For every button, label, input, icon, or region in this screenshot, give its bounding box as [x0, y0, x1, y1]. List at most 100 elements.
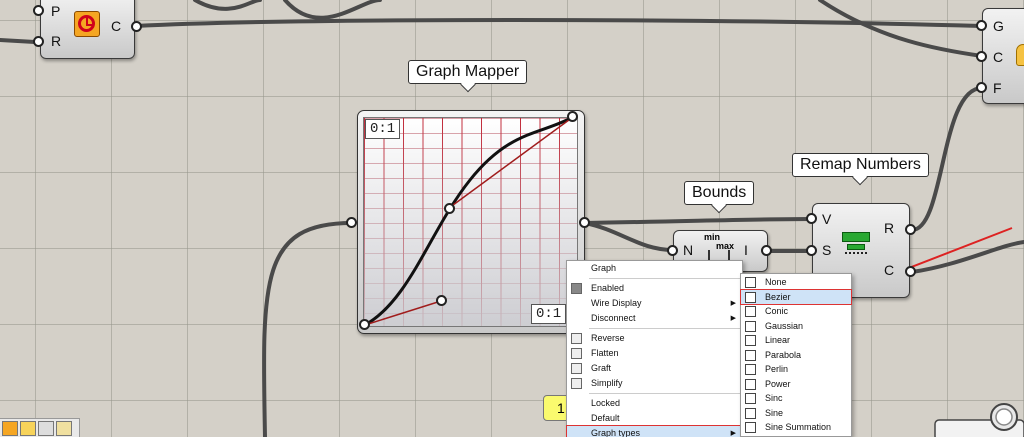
menu-item-wire-display[interactable]: Wire Display ▶ — [567, 296, 742, 311]
pattern-icon[interactable] — [20, 421, 36, 436]
graph-type-none[interactable]: None — [741, 275, 851, 290]
graph-type-power[interactable]: Power — [741, 377, 851, 392]
curve-control-2[interactable] — [444, 203, 455, 214]
remap-output-c-label: C — [884, 262, 895, 278]
sine-graph-icon — [745, 407, 756, 419]
graph-input-port[interactable] — [346, 217, 357, 228]
graph-type-perlin[interactable]: Perlin — [741, 362, 851, 377]
clock-input-r-label: R — [51, 33, 62, 49]
remap-output-c-port[interactable] — [905, 266, 916, 277]
curve-handle-start[interactable] — [359, 319, 370, 330]
bounds-title: Bounds — [684, 181, 755, 205]
context-menu: Graph Enabled Wire Display ▶ Disconnect ▶ … — [566, 260, 743, 437]
submenu-arrow-icon: ▶ — [730, 430, 736, 437]
bounds-output-port[interactable] — [761, 245, 772, 256]
remap-output-r-port[interactable] — [905, 224, 916, 235]
menu-item-graph[interactable]: Graph — [567, 261, 742, 276]
submenu-arrow-icon: ▶ — [730, 315, 736, 322]
input-port-g[interactable] — [976, 20, 987, 31]
graph-type-bezier[interactable]: Bezier — [740, 288, 852, 305]
graph-type-parabola[interactable]: Parabola — [741, 348, 851, 363]
remap-input-v-label: V — [822, 211, 832, 227]
pen-icon[interactable] — [56, 421, 72, 436]
graph-types-submenu: None Bezier Conic Gaussian Linear Parabo… — [740, 273, 852, 437]
menu-item-simplify[interactable]: Simplify — [567, 376, 742, 391]
graph-type-sinc[interactable]: Sinc — [741, 391, 851, 406]
number-panel-value: 1 — [557, 400, 565, 416]
graph-type-linear[interactable]: Linear — [741, 333, 851, 348]
perlin-graph-icon — [745, 364, 756, 375]
menu-separator — [589, 328, 742, 329]
remap-input-s-label: S — [822, 242, 832, 258]
menu-separator — [589, 393, 742, 394]
curve-control-1[interactable] — [436, 295, 447, 306]
linear-graph-icon — [745, 335, 756, 346]
remap-input-s-port[interactable] — [806, 245, 817, 256]
bottom-toolbar — [0, 418, 80, 437]
sinc-graph-icon — [745, 393, 756, 404]
conic-graph-icon — [745, 306, 756, 317]
remap-title: Remap Numbers — [792, 153, 929, 177]
simplify-icon — [571, 378, 582, 389]
power-graph-icon — [745, 378, 756, 390]
input-port-r[interactable] — [33, 36, 44, 47]
bounds-icon-max: max — [716, 241, 735, 251]
graph-type-sine[interactable]: Sine — [741, 406, 851, 421]
parabola-graph-icon — [745, 349, 756, 361]
wire-remap-out-C — [910, 240, 1024, 274]
graph-area[interactable] — [363, 117, 578, 327]
menu-item-flatten[interactable]: Flatten — [567, 346, 742, 361]
input-port-c[interactable] — [976, 51, 987, 62]
output-port-c[interactable] — [131, 21, 142, 32]
graft-icon — [571, 363, 582, 374]
remap-output-r-label: R — [884, 220, 895, 236]
enabled-icon — [571, 283, 582, 294]
graph-type-sine-summation[interactable]: Sine Summation — [741, 420, 851, 435]
flatten-icon — [571, 348, 582, 359]
graph-bottom-label: 0:1 — [531, 304, 567, 324]
right-input-f-label: F — [993, 80, 1002, 96]
input-port-p[interactable] — [33, 5, 44, 16]
menu-item-disconnect[interactable]: Disconnect ▶ — [567, 311, 742, 326]
bezier-graph-icon — [745, 291, 756, 303]
clock-icon — [74, 11, 100, 37]
download-icon[interactable] — [38, 421, 54, 436]
menu-item-default[interactable]: Default — [567, 411, 742, 426]
wire-top-curve-3 — [818, 0, 984, 58]
curve-handle-end[interactable] — [567, 111, 578, 122]
bounds-output-label: I — [744, 242, 748, 258]
wire-top-curve-1 — [193, 0, 262, 11]
wire-top-curve-2 — [283, 0, 382, 20]
graph-top-label: 0:1 — [365, 119, 401, 139]
submenu-arrow-icon: ▶ — [730, 300, 736, 307]
sine-summation-graph-icon — [745, 422, 756, 433]
graph-output-port[interactable] — [579, 217, 590, 228]
remap-input-v-port[interactable] — [806, 213, 817, 224]
fire-icon[interactable] — [2, 421, 18, 436]
bottom-right-widget — [934, 403, 1024, 437]
clock-input-p-label: P — [51, 3, 61, 19]
menu-item-graft[interactable]: Graft — [567, 361, 742, 376]
clock-output-c-label: C — [111, 18, 122, 34]
graph-type-conic[interactable]: Conic — [741, 304, 851, 319]
menu-separator — [589, 278, 742, 279]
none-graph-icon — [745, 277, 756, 288]
wire-mapper-to-V — [583, 217, 814, 225]
menu-item-locked[interactable]: Locked — [567, 396, 742, 411]
wire-mapper-to-bounds — [583, 221, 675, 252]
right-input-g-label: G — [993, 18, 1004, 34]
reverse-icon — [571, 333, 582, 344]
bounds-input-port[interactable] — [667, 245, 678, 256]
right-input-c-label: C — [993, 49, 1004, 65]
wire-top-left — [0, 38, 37, 44]
wire-left-down — [262, 221, 354, 437]
remap-icon — [842, 232, 872, 258]
menu-item-graph-types[interactable]: Graph types ▶ — [566, 425, 743, 437]
person-icon — [1016, 44, 1024, 66]
graph-mapper-title: Graph Mapper — [408, 60, 528, 84]
input-port-f[interactable] — [976, 82, 987, 93]
bounds-input-label: N — [683, 242, 694, 258]
graph-type-gaussian[interactable]: Gaussian — [741, 319, 851, 334]
menu-item-reverse[interactable]: Reverse — [567, 331, 742, 346]
menu-item-enabled[interactable]: Enabled — [567, 281, 742, 296]
